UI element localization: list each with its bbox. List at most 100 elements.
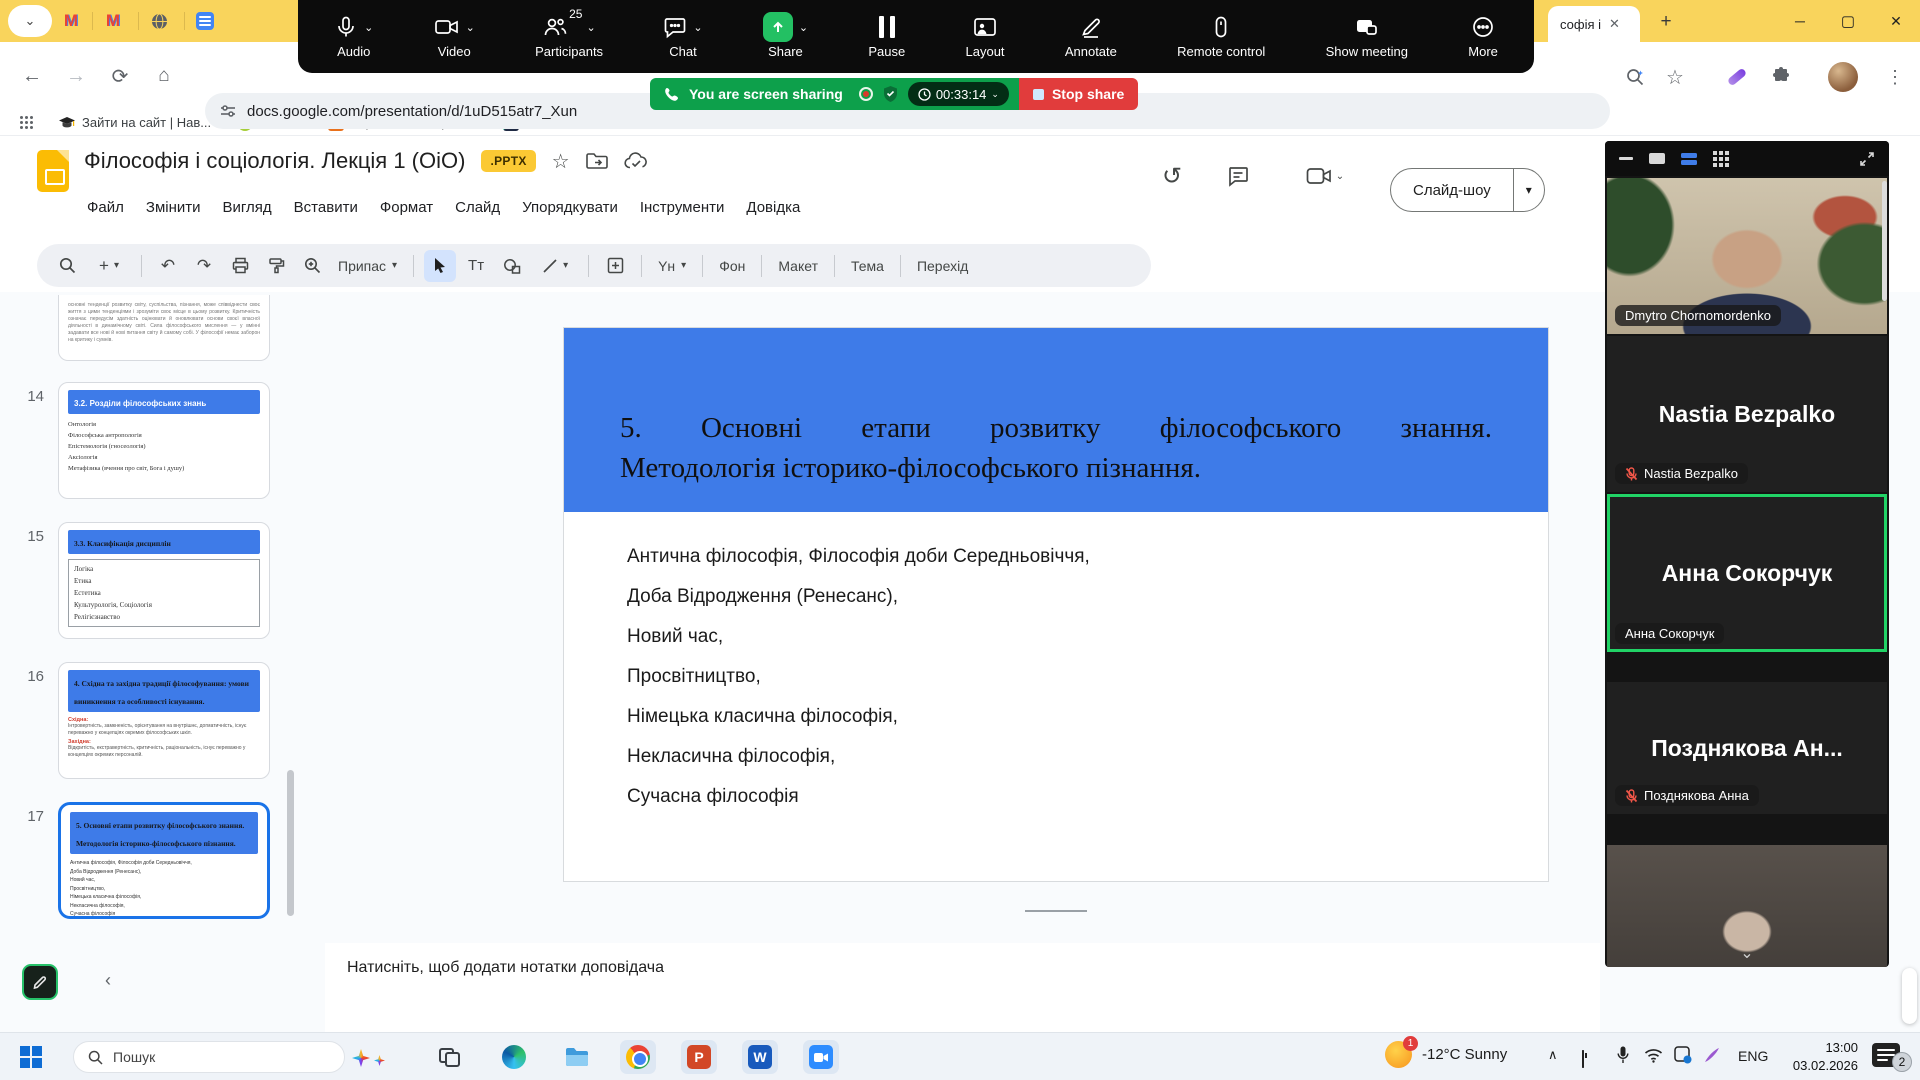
- slideshow-button[interactable]: Слайд-шоу ▾: [1390, 168, 1545, 212]
- video-button[interactable]: ⌄ Video: [404, 0, 506, 73]
- insert-image-button[interactable]: [599, 250, 631, 282]
- slide-title-box[interactable]: 5. Основні етапи розвитку філософського …: [564, 328, 1548, 512]
- edge-app-button[interactable]: [496, 1040, 532, 1074]
- scrollbar-thumb[interactable]: [1902, 968, 1917, 1024]
- slide-thumbnail-16[interactable]: 4. Східна та західна традиції філософува…: [58, 662, 270, 779]
- layout-button[interactable]: Layout: [935, 0, 1034, 73]
- forward-button[interactable]: →: [60, 60, 92, 92]
- insert-line-button[interactable]: ▾: [532, 250, 578, 282]
- extension-pen-button[interactable]: [1720, 60, 1754, 94]
- collapse-filmstrip-button[interactable]: ‹: [105, 970, 111, 991]
- menu-item[interactable]: Слайд: [444, 194, 511, 221]
- meet-camera-button[interactable]: ⌄: [1296, 156, 1354, 196]
- browser-menu-button[interactable]: ⋮: [1878, 60, 1912, 94]
- copilot-icon[interactable]: [352, 1049, 370, 1067]
- star-icon[interactable]: ☆: [552, 149, 570, 174]
- site-settings-icon[interactable]: [219, 102, 237, 120]
- weather-widget[interactable]: 1 -12°C Sunny: [1385, 1041, 1507, 1068]
- meeting-timer[interactable]: 00:33:14 ⌄: [908, 82, 1009, 106]
- slide-body[interactable]: Антична філософія, Філософія доби Середн…: [564, 512, 1548, 826]
- menu-item[interactable]: Файл: [76, 194, 135, 221]
- menu-item[interactable]: Змінити: [135, 194, 212, 221]
- annotation-tool-button[interactable]: [22, 964, 58, 1000]
- menu-item[interactable]: Довідка: [735, 194, 811, 221]
- layout-button-slides[interactable]: Макет: [772, 258, 824, 274]
- pinned-tab-gmail-2[interactable]: M: [100, 8, 126, 34]
- pinned-tab-docs[interactable]: [192, 8, 218, 34]
- stop-share-button[interactable]: Stop share: [1019, 78, 1138, 110]
- close-icon[interactable]: ✕: [1609, 16, 1620, 32]
- slide-thumbnail-15[interactable]: 3.3. Класифікація дисциплін ЛогікаЕтикаЕ…: [58, 522, 270, 639]
- record-icon[interactable]: [859, 87, 873, 101]
- zoom-level-select[interactable]: Припас▾: [332, 258, 403, 274]
- share-button[interactable]: ⌄ Share: [733, 0, 839, 73]
- taskbar-clock[interactable]: 13:00 03.02.2026: [1788, 1039, 1858, 1075]
- new-tab-button[interactable]: +: [1652, 8, 1680, 36]
- cloud-saved-icon[interactable]: [624, 152, 648, 170]
- chevron-down-icon[interactable]: ⌄: [364, 21, 373, 34]
- sync-tray-icon[interactable]: [1674, 1046, 1692, 1064]
- scroll-participants-down-button[interactable]: ⌄: [1605, 943, 1889, 963]
- participant-tile-pozdniakova[interactable]: Позднякова Ан... Позднякова Анна: [1607, 682, 1887, 814]
- participants-button[interactable]: 25⌄ Participants: [505, 0, 633, 73]
- participant-tile-nastia[interactable]: Nastia Bezpalko Nastia Bezpalko: [1607, 336, 1887, 492]
- pinned-tab-globe[interactable]: [146, 8, 172, 34]
- apps-grid-icon[interactable]: [20, 116, 33, 129]
- menu-item[interactable]: Вигляд: [212, 194, 283, 221]
- file-explorer-button[interactable]: [559, 1040, 595, 1074]
- slides-file-icon[interactable]: [37, 150, 69, 192]
- remote-control-button[interactable]: Remote control: [1147, 0, 1295, 73]
- task-view-button[interactable]: [431, 1040, 467, 1074]
- pause-button[interactable]: Pause: [838, 0, 935, 73]
- version-history-button[interactable]: ↺: [1152, 156, 1192, 196]
- minimize-icon[interactable]: [1619, 157, 1633, 160]
- gallery-strip-view-icon[interactable]: [1681, 153, 1697, 165]
- tray-mic-icon[interactable]: [1616, 1046, 1630, 1064]
- slideshow-dropdown[interactable]: ▾: [1514, 169, 1544, 211]
- tray-expand-chevron[interactable]: ∧: [1548, 1047, 1558, 1063]
- transition-button[interactable]: Перехід: [911, 258, 974, 274]
- font-tool-select[interactable]: Yн▾: [652, 258, 692, 274]
- pen-tray-icon[interactable]: [1702, 1045, 1722, 1065]
- filmstrip-scrollbar[interactable]: [287, 770, 294, 916]
- slide-thumbnail-17-selected[interactable]: 5. Основні етапи розвитку філософського …: [58, 802, 270, 919]
- audio-button[interactable]: ⌄ Audio: [304, 0, 404, 73]
- print-button[interactable]: [224, 250, 256, 282]
- word-app-button[interactable]: W: [742, 1040, 778, 1074]
- show-meeting-button[interactable]: Show meeting: [1295, 0, 1438, 73]
- active-tab[interactable]: софія і ✕: [1548, 6, 1640, 42]
- window-maximize-button[interactable]: ▢: [1824, 0, 1872, 42]
- add-slide-button[interactable]: +▾: [87, 250, 131, 282]
- pinned-tab-gmail-1[interactable]: M: [58, 8, 84, 34]
- document-title[interactable]: Філософія і соціологія. Лекція 1 (ОіО): [84, 148, 465, 174]
- chevron-down-icon[interactable]: ⌄: [466, 21, 475, 34]
- chevron-down-icon[interactable]: ⌄: [799, 21, 808, 34]
- search-tabs-button[interactable]: [1618, 60, 1652, 94]
- bookmark-site[interactable]: Зайти на сайт | Нав...: [59, 115, 211, 130]
- back-button[interactable]: ←: [16, 60, 48, 92]
- redo-button[interactable]: ↷: [188, 250, 220, 282]
- undo-button[interactable]: ↶: [152, 250, 184, 282]
- search-menus-button[interactable]: [51, 250, 83, 282]
- chevron-down-icon[interactable]: ⌄: [693, 21, 702, 34]
- background-button[interactable]: Фон: [713, 258, 751, 274]
- grid-view-icon[interactable]: [1713, 151, 1729, 167]
- home-button[interactable]: ⌂: [148, 60, 180, 92]
- notes-placeholder[interactable]: Натисніть, щоб додати нотатки доповідача: [347, 959, 664, 977]
- start-button[interactable]: [20, 1046, 42, 1068]
- window-minimize-button[interactable]: ─: [1776, 0, 1824, 42]
- slide-canvas[interactable]: 5. Основні етапи розвитку філософського …: [563, 327, 1549, 882]
- bookmark-star-button[interactable]: ☆: [1658, 60, 1692, 94]
- slide-thumbnail-14[interactable]: 3.2. Розділи філософських знань Онтологі…: [58, 382, 270, 499]
- panel-scrollbar[interactable]: [1882, 181, 1887, 301]
- chevron-down-icon[interactable]: ⌄: [586, 21, 595, 34]
- speaker-view-icon[interactable]: [1649, 153, 1665, 164]
- reload-button[interactable]: ⟳: [104, 60, 136, 92]
- menu-item[interactable]: Вставити: [283, 194, 369, 221]
- language-indicator[interactable]: ENG: [1738, 1048, 1768, 1064]
- more-button[interactable]: More: [1438, 0, 1528, 73]
- expand-icon[interactable]: [1859, 151, 1875, 167]
- text-box-button[interactable]: Tт: [460, 250, 492, 282]
- select-tool-button[interactable]: [424, 250, 456, 282]
- window-close-button[interactable]: ✕: [1872, 0, 1920, 42]
